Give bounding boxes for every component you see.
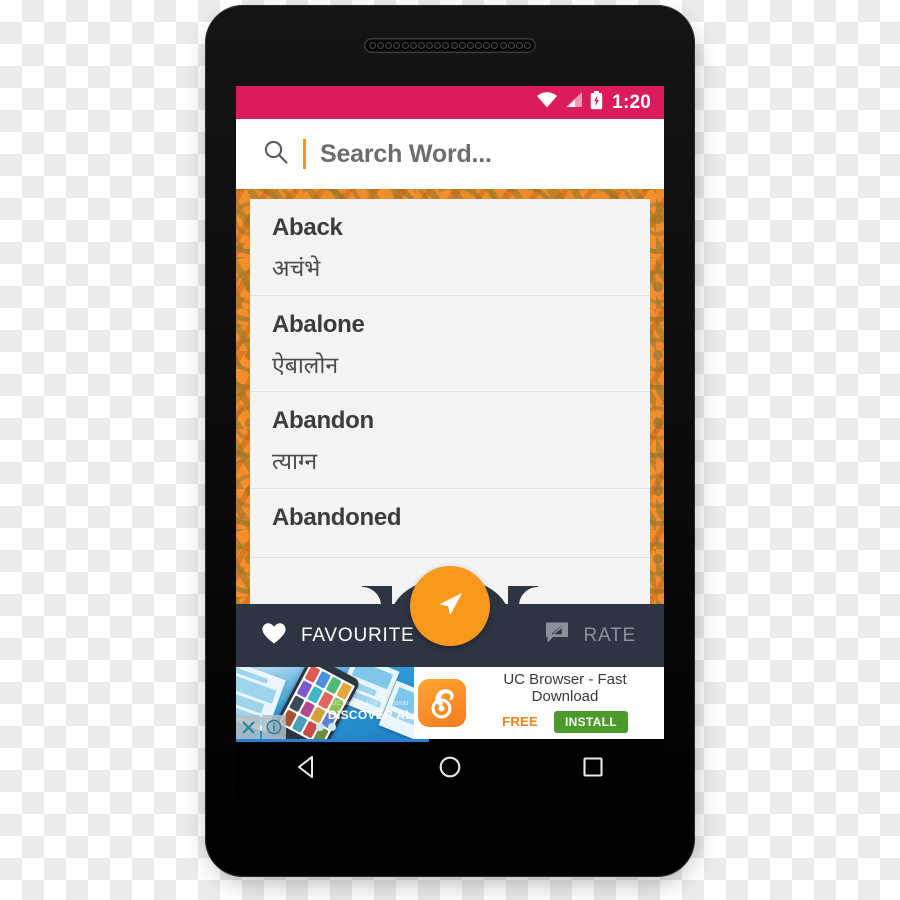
battery-charging-icon — [590, 90, 603, 115]
earpiece-dot — [483, 42, 491, 49]
earpiece-dot — [393, 42, 401, 49]
info-icon[interactable] — [262, 715, 286, 739]
earpiece-dot — [523, 42, 531, 49]
page-load-progress — [236, 739, 429, 742]
ad-carousel-dots — [316, 723, 336, 731]
ad-title: UC Browser - Fast Download — [503, 671, 627, 705]
bottom-action-bar: FAVOURITE RATE — [236, 566, 664, 667]
fab-notch-left-curve — [362, 586, 392, 606]
word-hindi: त्याग्न — [272, 448, 318, 475]
earpiece-dot — [401, 42, 409, 49]
search-text-cursor — [303, 139, 306, 169]
earpiece-dot — [377, 42, 385, 49]
word-english: Aback — [272, 214, 343, 241]
signal-icon — [565, 92, 583, 113]
earpiece-dot — [409, 42, 417, 49]
earpiece-dot — [385, 42, 393, 49]
android-navigation-bar — [236, 739, 664, 799]
list-item[interactable]: Abandon त्याग्न — [250, 392, 650, 489]
earpiece-speaker-grille — [364, 38, 536, 53]
word-english: Abalone — [272, 310, 365, 338]
ad-logo — [414, 667, 470, 739]
earpiece-dot — [491, 42, 499, 49]
search-icon[interactable] — [263, 139, 289, 170]
recents-square-icon[interactable] — [579, 753, 607, 786]
word-english: Abandon — [272, 407, 374, 435]
earpiece-dot — [369, 42, 376, 49]
ad-banner[interactable]: UC Browser 10.6 for Android DISCOVER ALL — [236, 667, 664, 739]
earpiece-dot — [450, 42, 458, 49]
list-item[interactable]: Abandoned — [250, 489, 650, 558]
ad-subtext: UC Browser 10.6 for Android — [332, 701, 409, 707]
back-triangle-icon[interactable] — [293, 753, 321, 786]
earpiece-dot — [442, 42, 450, 49]
favourite-label: FAVOURITE — [301, 624, 415, 646]
close-icon[interactable] — [236, 715, 260, 739]
wifi-icon — [536, 92, 558, 113]
word-english: Abandoned — [272, 503, 402, 531]
phone-screen: 1:20 Search Word... Aback अचंभे Abalone … — [236, 86, 664, 739]
comment-edit-icon — [544, 621, 570, 650]
list-item[interactable]: Abalone ऐबालोन — [250, 296, 650, 393]
word-hindi: ऐबालोन — [272, 351, 339, 378]
earpiece-dot — [417, 42, 425, 49]
word-hindi: अचंभे — [272, 255, 321, 281]
list-item[interactable]: Aback अचंभे — [250, 199, 650, 296]
ad-free-label: FREE — [502, 714, 538, 730]
image-canvas: 1:20 Search Word... Aback अचंभे Abalone … — [0, 0, 900, 900]
uc-browser-squirrel-icon — [418, 679, 466, 727]
heart-icon — [261, 621, 287, 650]
earpiece-dot — [507, 42, 515, 49]
earpiece-dot — [515, 42, 523, 49]
search-input[interactable]: Search Word... — [320, 140, 492, 169]
ad-text-block: UC Browser - Fast Download FREE INSTALL — [470, 667, 664, 739]
ad-cta-row: FREE INSTALL — [502, 710, 628, 733]
ad-artwork-text: DISCOVER ALL — [328, 708, 414, 722]
earpiece-dot — [475, 42, 483, 49]
earpiece-dot — [458, 42, 466, 49]
earpiece-dot — [426, 42, 434, 49]
earpiece-dot — [434, 42, 442, 49]
search-bar[interactable]: Search Word... — [236, 119, 664, 189]
earpiece-dot — [466, 42, 474, 49]
status-bar-clock: 1:20 — [612, 92, 651, 113]
phone-device-frame: 1:20 Search Word... Aback अचंभे Abalone … — [205, 5, 695, 877]
ad-artwork: UC Browser 10.6 for Android DISCOVER ALL — [236, 667, 414, 739]
ad-install-button[interactable]: INSTALL — [554, 710, 628, 733]
send-icon — [433, 587, 467, 626]
send-fab-button[interactable] — [410, 566, 490, 646]
fab-notch-right-curve — [508, 586, 538, 606]
home-circle-icon[interactable] — [436, 753, 464, 786]
ad-controls[interactable] — [236, 715, 286, 739]
status-bar: 1:20 — [236, 86, 664, 119]
rate-label: RATE — [583, 624, 636, 646]
earpiece-dot — [499, 42, 507, 49]
